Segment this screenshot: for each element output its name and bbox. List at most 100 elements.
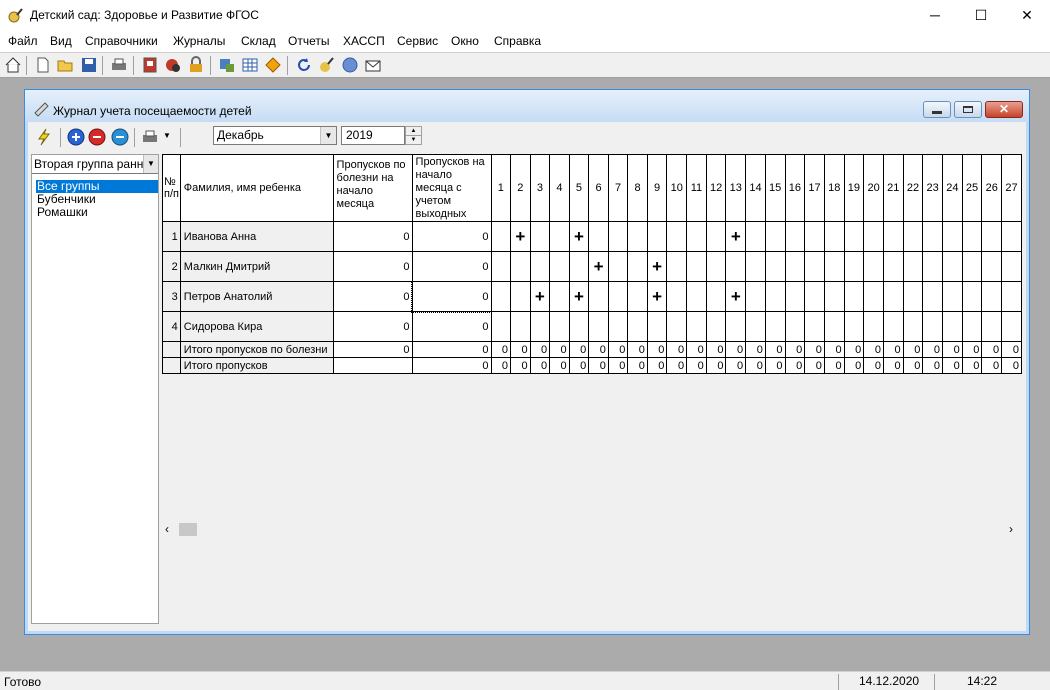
- journal-icon[interactable]: [141, 56, 159, 74]
- mail-icon[interactable]: [364, 56, 382, 74]
- attendance-cell[interactable]: [666, 281, 688, 312]
- child-minimize-button[interactable]: [923, 101, 951, 118]
- attendance-cell[interactable]: [981, 281, 1003, 312]
- attendance-cell[interactable]: [764, 311, 786, 342]
- attendance-cell[interactable]: [804, 221, 825, 252]
- attendance-cell[interactable]: [705, 311, 727, 342]
- tool-icon[interactable]: [318, 56, 336, 74]
- attendance-cell[interactable]: [843, 281, 865, 312]
- attendance-cell[interactable]: [666, 221, 688, 252]
- attendance-cell[interactable]: [902, 311, 924, 342]
- horizontal-scrollbar[interactable]: ‹ ›: [162, 521, 1022, 538]
- attendance-cell[interactable]: [902, 281, 924, 312]
- attendance-cell[interactable]: [764, 251, 786, 282]
- attendance-cell[interactable]: [804, 311, 825, 342]
- attendance-cell[interactable]: [823, 221, 845, 252]
- attendance-cell[interactable]: [490, 251, 512, 282]
- attendance-cell[interactable]: [607, 251, 629, 282]
- child-close-button[interactable]: ✕: [985, 101, 1023, 118]
- table-icon[interactable]: [241, 56, 259, 74]
- attendance-cell[interactable]: [646, 311, 668, 342]
- menu-view[interactable]: Вид: [50, 34, 72, 48]
- attendance-cell[interactable]: [961, 281, 983, 312]
- attendance-cell[interactable]: [882, 251, 904, 282]
- attendance-cell[interactable]: +: [568, 281, 590, 312]
- attendance-cell[interactable]: [764, 281, 786, 312]
- attendance-cell[interactable]: [922, 251, 943, 282]
- attendance-cell[interactable]: [961, 251, 983, 282]
- attendance-cell[interactable]: [568, 311, 590, 342]
- attendance-cell[interactable]: [510, 311, 531, 342]
- new-icon[interactable]: [34, 56, 52, 74]
- year-input[interactable]: 2019: [341, 126, 405, 145]
- attendance-cell[interactable]: [686, 311, 707, 342]
- lightning-icon[interactable]: [35, 128, 53, 146]
- scroll-right-icon[interactable]: ›: [1009, 522, 1013, 536]
- attendance-cell[interactable]: [607, 221, 629, 252]
- total-count[interactable]: 0: [411, 311, 492, 342]
- attendance-cell[interactable]: [922, 221, 943, 252]
- sick-count[interactable]: 0: [332, 221, 413, 252]
- spin-down-icon[interactable]: ▼: [406, 136, 421, 144]
- attendance-cell[interactable]: [588, 221, 609, 252]
- menu-journals[interactable]: Журналы: [173, 34, 225, 48]
- child-restore-button[interactable]: [954, 101, 982, 118]
- attendance-cell[interactable]: [627, 311, 648, 342]
- attendance-cell[interactable]: [1001, 221, 1022, 252]
- menu-warehouse[interactable]: Склад: [241, 34, 276, 48]
- print-icon[interactable]: [110, 56, 128, 74]
- attendance-cell[interactable]: [942, 311, 963, 342]
- print-dropdown-icon[interactable]: ▼: [163, 131, 171, 140]
- attendance-cell[interactable]: [686, 281, 707, 312]
- attendance-cell[interactable]: [804, 281, 825, 312]
- attendance-cell[interactable]: [510, 251, 531, 282]
- attendance-cell[interactable]: [666, 251, 688, 282]
- attendance-cell[interactable]: [804, 251, 825, 282]
- scroll-left-icon[interactable]: ‹: [165, 522, 169, 536]
- attendance-cell[interactable]: [942, 221, 963, 252]
- attendance-cell[interactable]: [784, 221, 806, 252]
- attendance-cell[interactable]: [961, 221, 983, 252]
- attendance-cell[interactable]: [745, 251, 766, 282]
- globe-icon[interactable]: [341, 56, 359, 74]
- attendance-cell[interactable]: +: [568, 221, 590, 252]
- users-icon[interactable]: [218, 56, 236, 74]
- attendance-cell[interactable]: [764, 221, 786, 252]
- attendance-cell[interactable]: [843, 221, 865, 252]
- medical-icon[interactable]: [164, 56, 182, 74]
- attendance-cell[interactable]: [607, 311, 629, 342]
- attendance-cell[interactable]: [823, 311, 845, 342]
- attendance-cell[interactable]: [490, 281, 512, 312]
- total-count[interactable]: 0: [411, 251, 492, 282]
- spin-up-icon[interactable]: ▲: [406, 127, 421, 136]
- attendance-cell[interactable]: [745, 311, 766, 342]
- attendance-cell[interactable]: [568, 251, 590, 282]
- menu-help[interactable]: Справка: [494, 34, 541, 48]
- group-item-romashki[interactable]: Ромашки: [36, 206, 158, 219]
- month-select[interactable]: Декабрь ▼: [213, 126, 337, 145]
- attendance-cell[interactable]: [882, 311, 904, 342]
- attendance-cell[interactable]: [823, 281, 845, 312]
- attendance-cell[interactable]: +: [725, 221, 747, 252]
- print-icon[interactable]: [141, 128, 159, 146]
- maximize-button[interactable]: ☐: [958, 0, 1004, 30]
- attendance-cell[interactable]: [705, 221, 727, 252]
- attendance-cell[interactable]: [863, 251, 884, 282]
- minus-icon[interactable]: [111, 128, 129, 146]
- sick-count[interactable]: 0: [332, 311, 413, 342]
- attendance-cell[interactable]: [607, 281, 629, 312]
- attendance-cell[interactable]: [745, 281, 766, 312]
- total-count[interactable]: 0: [411, 280, 493, 313]
- attendance-cell[interactable]: [745, 221, 766, 252]
- attendance-cell[interactable]: [882, 281, 904, 312]
- attendance-cell[interactable]: [529, 311, 551, 342]
- menu-haccp[interactable]: ХАССП: [343, 34, 385, 48]
- attendance-cell[interactable]: [705, 281, 727, 312]
- attendance-cell[interactable]: [863, 311, 884, 342]
- attendance-cell[interactable]: [1001, 281, 1022, 312]
- attendance-cell[interactable]: [529, 251, 551, 282]
- attendance-cell[interactable]: [942, 251, 963, 282]
- attendance-cell[interactable]: [1001, 251, 1022, 282]
- remove-icon[interactable]: [88, 128, 106, 146]
- attendance-cell[interactable]: [922, 311, 943, 342]
